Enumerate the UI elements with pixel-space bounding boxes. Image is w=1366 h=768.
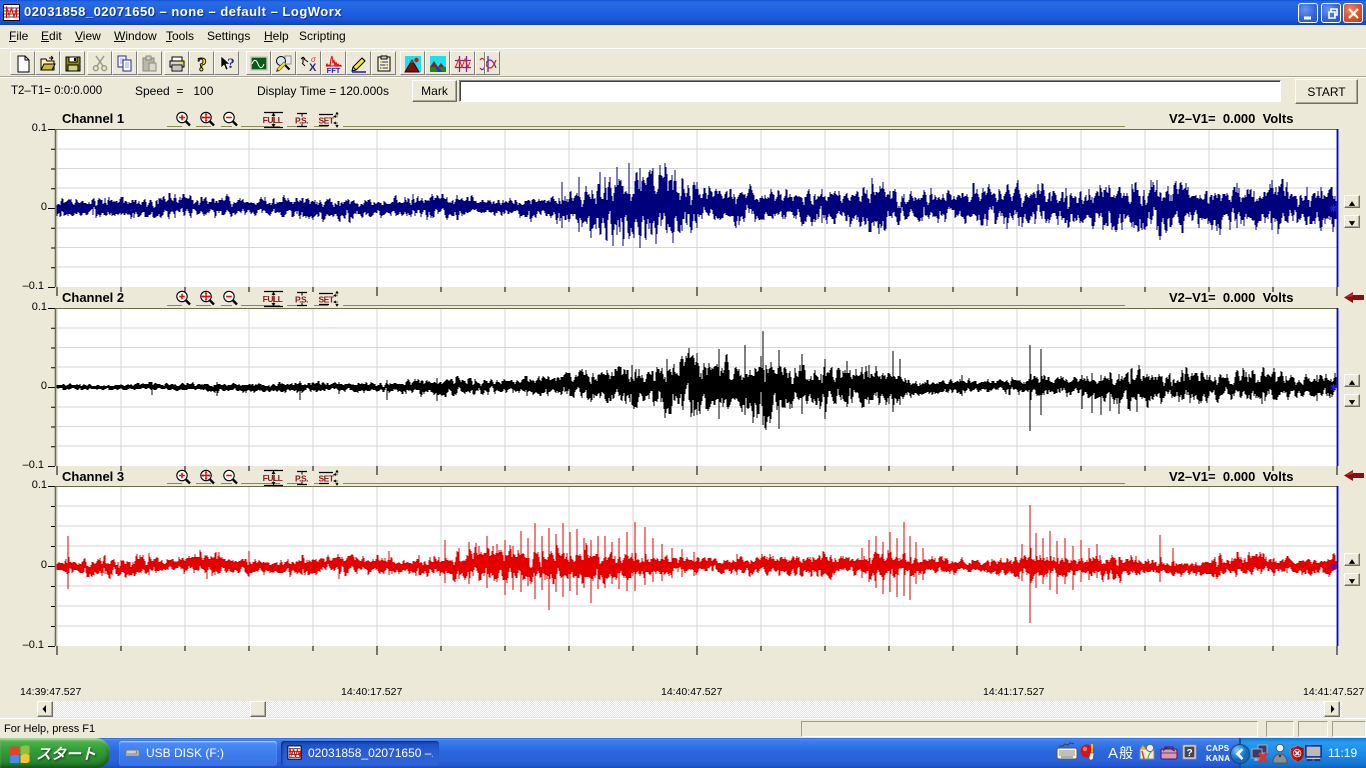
svg-text:SET: SET xyxy=(318,116,334,126)
svg-text:FULL: FULL xyxy=(263,294,283,304)
svg-text:A: A xyxy=(1108,745,1118,762)
svg-text:般: 般 xyxy=(1119,745,1133,761)
svg-text:SET: SET xyxy=(318,474,334,484)
svg-text:SET: SET xyxy=(318,295,334,305)
svg-text:?: ? xyxy=(1186,748,1192,759)
svg-text:FULL: FULL xyxy=(263,473,283,483)
svg-text:FULL: FULL xyxy=(263,115,283,125)
